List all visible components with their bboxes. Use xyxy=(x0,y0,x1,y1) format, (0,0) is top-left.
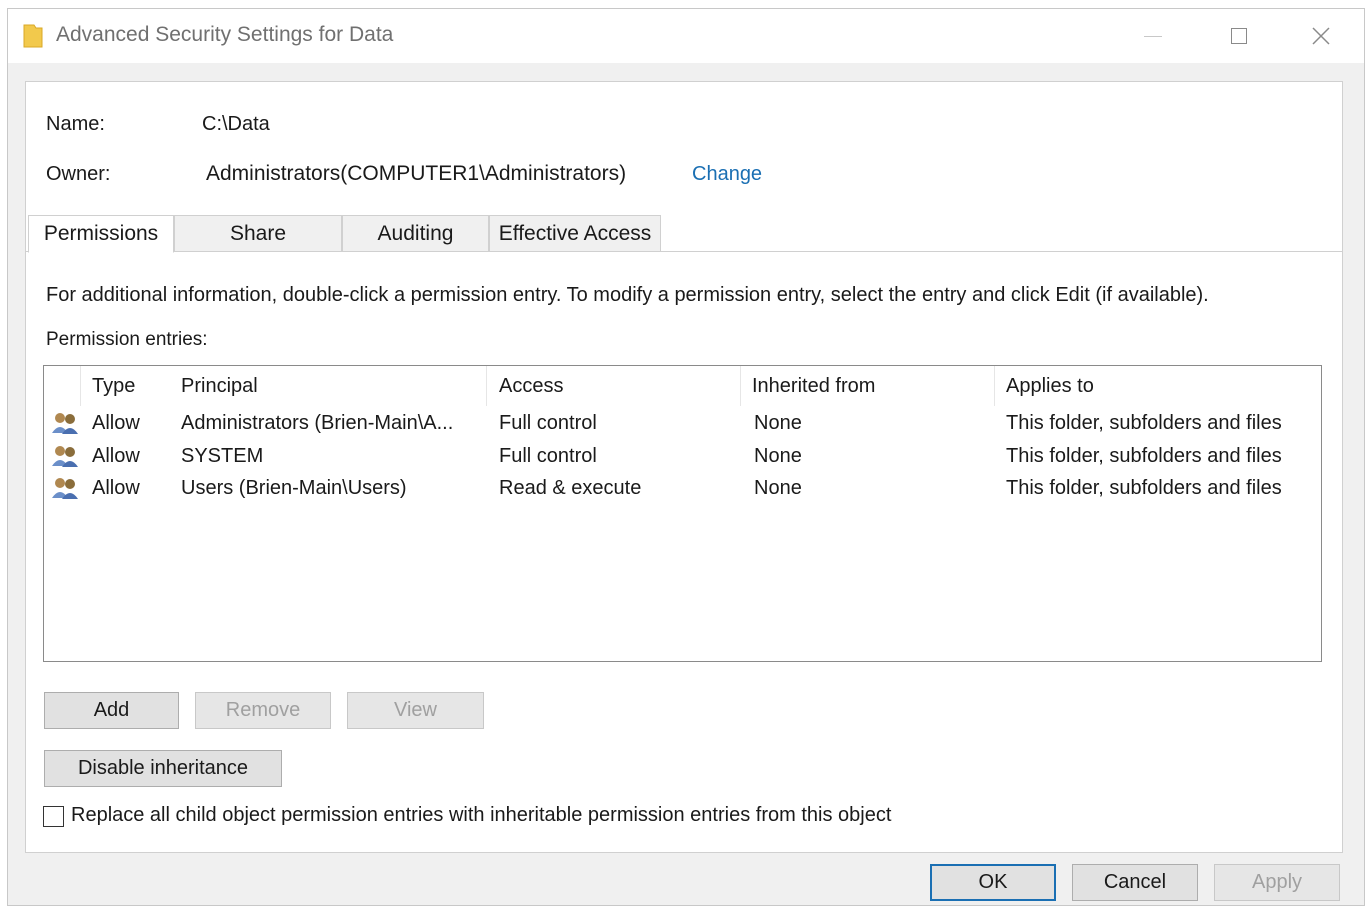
replace-child-permissions-label: Replace all child object permission entr… xyxy=(71,804,892,826)
entry-applies-to: This folder, subfolders and files xyxy=(1006,445,1282,467)
entry-principal: Administrators (Brien-Main\A... xyxy=(181,412,454,434)
disable-inheritance-button[interactable]: Disable inheritance xyxy=(44,750,282,787)
tab-permissions[interactable]: Permissions xyxy=(28,215,174,253)
entry-inherited-from: None xyxy=(754,445,802,467)
entry-type: Allow xyxy=(92,445,140,467)
column-header-principal[interactable]: Principal xyxy=(181,375,258,398)
tab-auditing[interactable]: Auditing xyxy=(342,215,489,252)
minimize-button[interactable] xyxy=(1118,9,1188,63)
instructions-text: For additional information, double-click… xyxy=(46,284,1209,306)
column-header-access[interactable]: Access xyxy=(499,375,563,398)
replace-child-permissions-checkbox[interactable] xyxy=(43,806,64,827)
user-group-icon xyxy=(52,446,78,467)
column-separator xyxy=(740,366,741,406)
add-button[interactable]: Add xyxy=(44,692,179,729)
column-header-applies-to[interactable]: Applies to xyxy=(1006,375,1094,398)
name-label: Name: xyxy=(46,113,105,135)
entry-type: Allow xyxy=(92,477,140,499)
entry-applies-to: This folder, subfolders and files xyxy=(1006,412,1282,434)
tab-share[interactable]: Share xyxy=(174,215,342,252)
column-separator xyxy=(80,366,81,406)
permission-entries-list[interactable]: Type Principal Access Inherited from App… xyxy=(43,365,1322,662)
folder-icon xyxy=(23,24,43,48)
owner-value: Administrators(COMPUTER1\Administrators) xyxy=(206,162,627,185)
change-owner-link[interactable]: Change xyxy=(692,163,762,186)
user-group-icon xyxy=(52,478,78,499)
entry-principal: SYSTEM xyxy=(181,445,264,467)
maximize-icon xyxy=(1231,28,1247,44)
name-value: C:\Data xyxy=(202,113,270,135)
security-settings-window: Advanced Security Settings for Data Name… xyxy=(7,8,1365,906)
entry-access: Full control xyxy=(499,412,597,434)
table-row[interactable]: Allow Users (Brien-Main\Users) Read & ex… xyxy=(44,473,1321,505)
entry-applies-to: This folder, subfolders and files xyxy=(1006,477,1282,499)
entry-type: Allow xyxy=(92,412,140,434)
cancel-button[interactable]: Cancel xyxy=(1072,864,1198,901)
maximize-button[interactable] xyxy=(1204,9,1274,63)
tab-effective-access[interactable]: Effective Access xyxy=(489,215,661,252)
remove-button[interactable]: Remove xyxy=(195,692,331,729)
apply-button[interactable]: Apply xyxy=(1214,864,1340,901)
close-icon xyxy=(1312,27,1330,45)
permission-entries-label: Permission entries: xyxy=(46,329,208,350)
user-group-icon xyxy=(52,413,78,434)
view-button[interactable]: View xyxy=(347,692,484,729)
table-row[interactable]: Allow Administrators (Brien-Main\A... Fu… xyxy=(44,408,1321,440)
column-separator xyxy=(486,366,487,406)
entry-inherited-from: None xyxy=(754,412,802,434)
entry-inherited-from: None xyxy=(754,477,802,499)
column-header-type[interactable]: Type xyxy=(92,375,135,398)
minimize-icon xyxy=(1144,35,1162,37)
column-separator xyxy=(994,366,995,406)
title-bar[interactable]: Advanced Security Settings for Data xyxy=(8,9,1364,63)
ok-button[interactable]: OK xyxy=(930,864,1056,901)
table-row[interactable]: Allow SYSTEM Full control None This fold… xyxy=(44,441,1321,473)
window-title: Advanced Security Settings for Data xyxy=(56,23,394,46)
entry-access: Read & execute xyxy=(499,477,642,499)
close-button[interactable] xyxy=(1286,9,1356,63)
entry-principal: Users (Brien-Main\Users) xyxy=(181,477,407,499)
column-header-inherited-from[interactable]: Inherited from xyxy=(752,375,875,398)
main-panel: Name: C:\Data Owner: Administrators(COMP… xyxy=(25,81,1343,853)
entry-access: Full control xyxy=(499,445,597,467)
owner-label: Owner: xyxy=(46,163,111,185)
